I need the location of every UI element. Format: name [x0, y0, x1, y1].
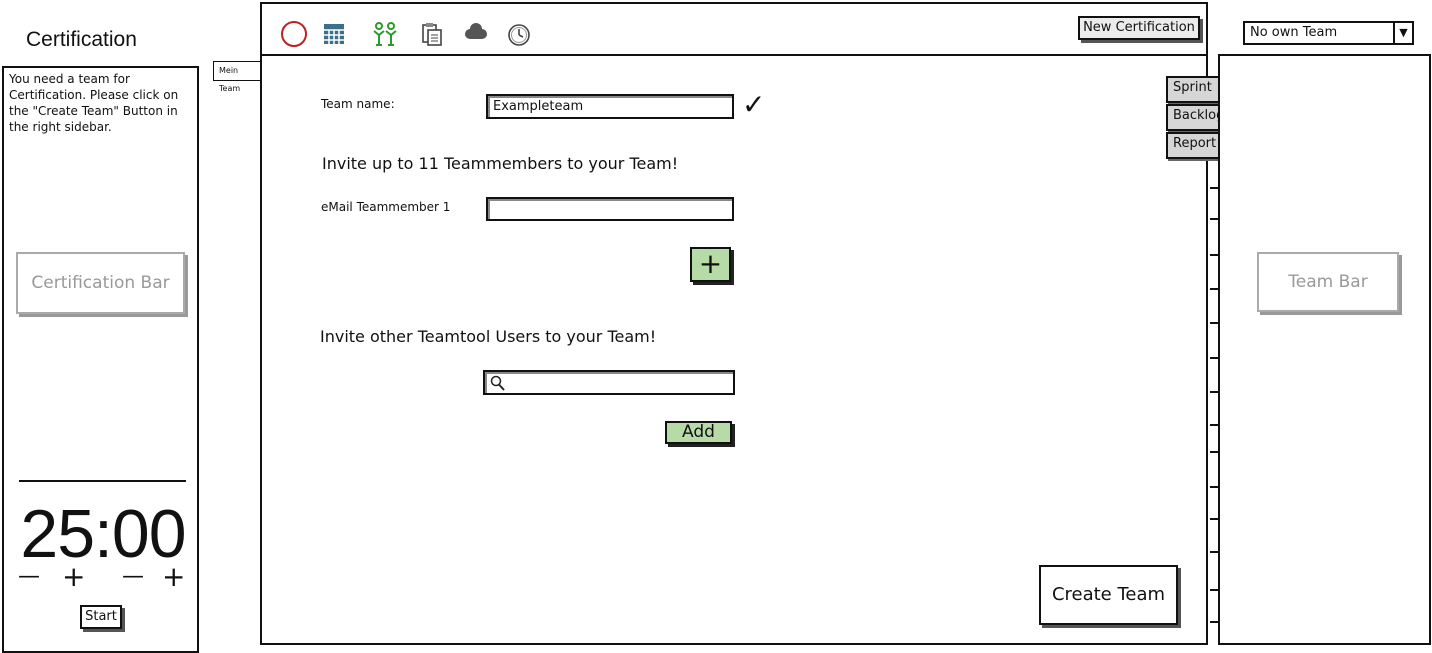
invite-users-heading: Invite other Teamtool Users to your Team… [320, 327, 657, 346]
circle-icon[interactable] [281, 21, 307, 47]
add-user-button[interactable]: Add [665, 421, 732, 444]
seconds-minus-button[interactable]: — [122, 564, 144, 589]
invite-heading: Invite up to 11 Teammembers to your Team… [322, 154, 679, 173]
add-email-field-button[interactable]: + [690, 247, 731, 282]
toolbar: New Certification [262, 4, 1206, 56]
tab-mein-team[interactable]: Mein Team [213, 61, 261, 93]
new-certification-button[interactable]: New Certification [1078, 16, 1200, 40]
minutes-minus-button[interactable]: — [18, 564, 40, 589]
main-window: New Certification Team name: Exampleteam… [260, 2, 1224, 645]
team-select[interactable]: No own Team ▼ [1243, 21, 1414, 45]
chevron-down-icon[interactable]: ▼ [1393, 23, 1412, 43]
team-name-value: Exampleteam [493, 99, 584, 114]
tab-backlog[interactable]: Backlog [1166, 104, 1224, 131]
cloud-icon[interactable] [464, 22, 488, 48]
team-name-input[interactable]: Exampleteam [486, 94, 734, 119]
certification-bar[interactable]: Certification Bar [16, 252, 185, 314]
seconds-plus-button[interactable]: + [162, 560, 185, 593]
start-button[interactable]: Start [80, 605, 122, 629]
email-input[interactable] [486, 197, 734, 221]
clipboard-icon[interactable] [421, 22, 443, 50]
check-icon: ✓ [742, 88, 766, 121]
certification-panel: You need a team for Certification. Pleas… [2, 66, 199, 653]
calendar-icon[interactable] [323, 22, 345, 50]
clock-icon[interactable] [507, 23, 531, 51]
team-bar[interactable]: Team Bar [1257, 252, 1399, 312]
user-search-input[interactable] [483, 370, 735, 395]
certification-message: You need a team for Certification. Pleas… [9, 72, 179, 134]
timer-display: 25:00 [20, 496, 186, 572]
tab-sprint[interactable]: Sprint [1166, 76, 1222, 103]
search-icon [490, 375, 506, 395]
team-select-value: No own Team [1250, 25, 1338, 40]
create-team-button[interactable]: Create Team [1039, 565, 1178, 625]
timer-divider [19, 480, 186, 482]
team-name-label: Team name: [321, 97, 395, 111]
team-icon[interactable] [372, 21, 398, 51]
minutes-plus-button[interactable]: + [62, 560, 85, 593]
email-label: eMail Teammember 1 [321, 200, 451, 214]
certification-title: Certification [26, 28, 137, 51]
tab-report[interactable]: Report [1166, 132, 1222, 159]
team-panel: Team Bar [1218, 54, 1431, 645]
